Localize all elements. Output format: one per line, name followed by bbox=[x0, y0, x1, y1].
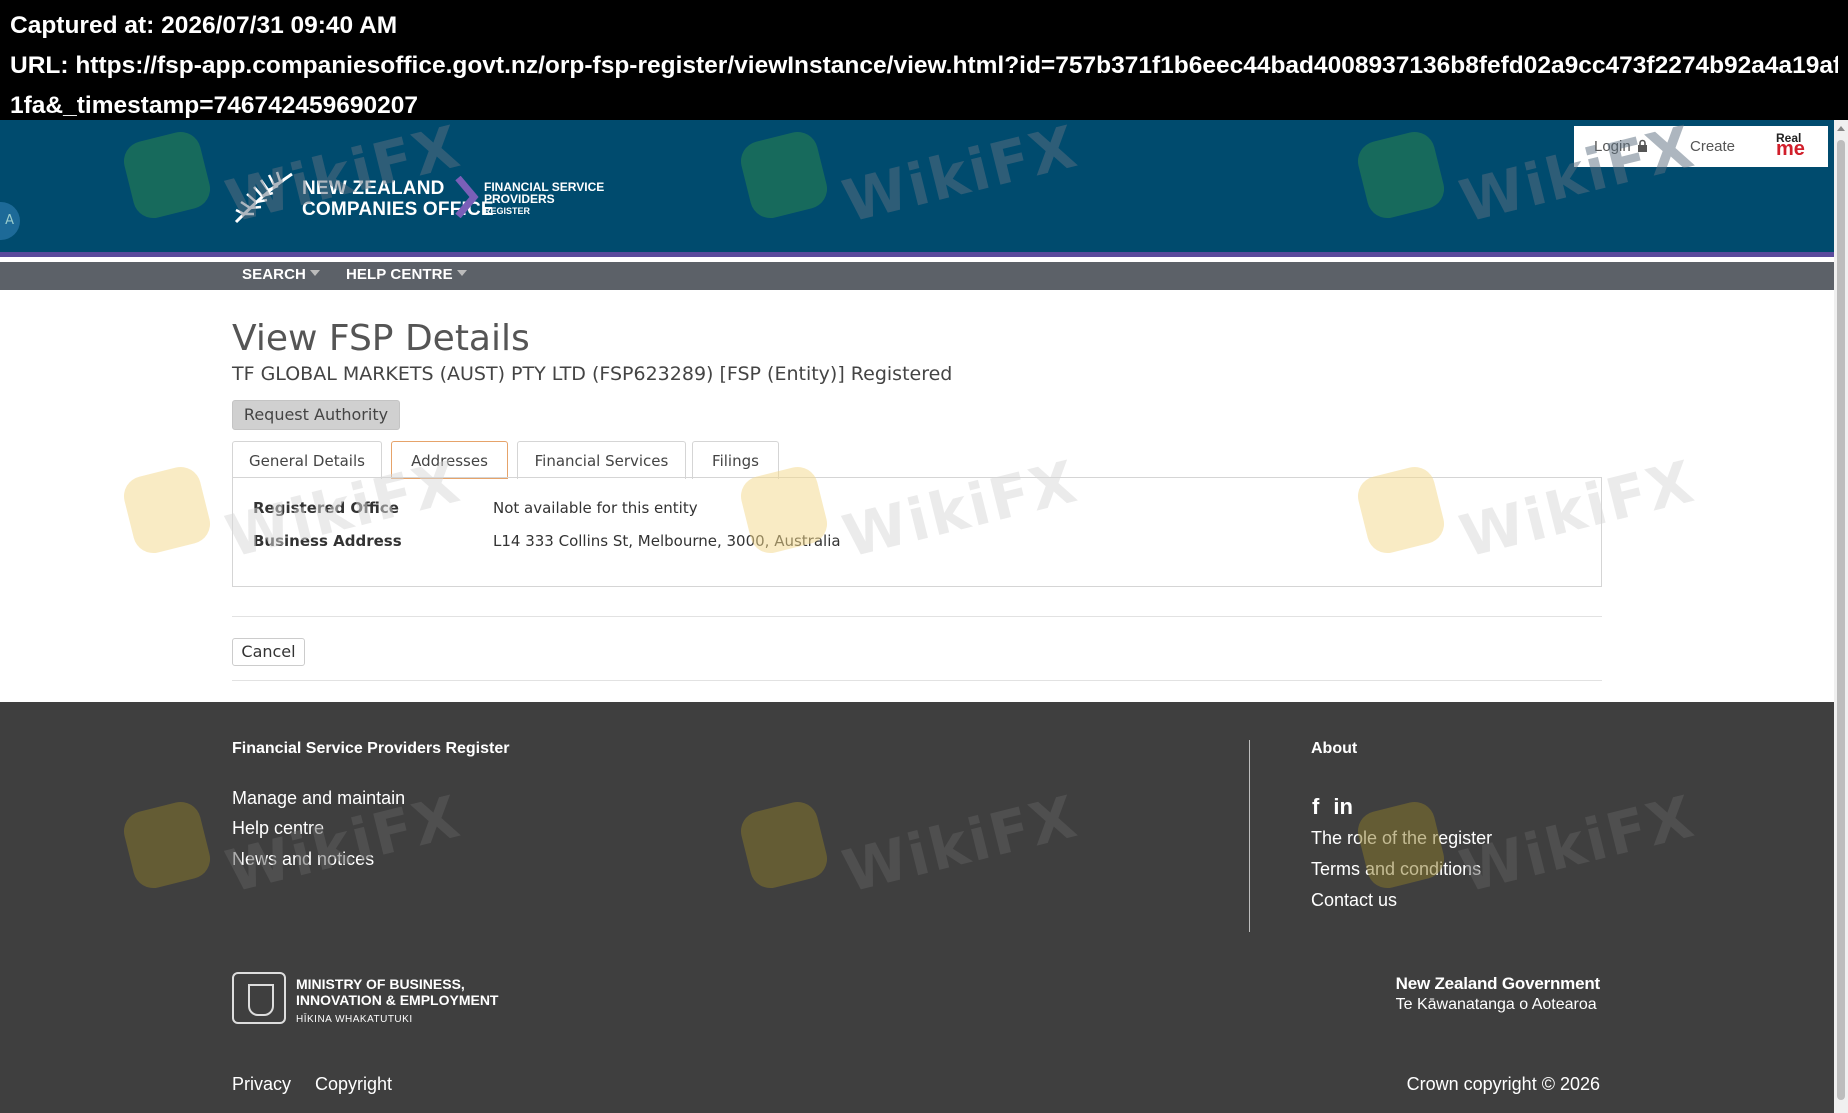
request-authority-button[interactable]: Request Authority bbox=[232, 400, 400, 430]
companies-office-logo[interactable]: NEW ZEALAND COMPANIES OFFICE FINANCIAL S… bbox=[232, 170, 632, 230]
mbie-line2: INNOVATION & EMPLOYMENT bbox=[296, 992, 499, 1008]
footer-link-terms[interactable]: Terms and conditions bbox=[1311, 859, 1481, 880]
login-link[interactable]: Login bbox=[1594, 138, 1648, 155]
mbie-maori-name: HĪKINA WHAKATUTUKI bbox=[296, 1014, 413, 1025]
realme-logo[interactable]: Real me bbox=[1774, 131, 1810, 161]
page-title: View FSP Details bbox=[232, 318, 530, 359]
mbie-name: MINISTRY OF BUSINESS, INNOVATION & EMPLO… bbox=[296, 976, 498, 1008]
nav-search-label: SEARCH bbox=[242, 266, 306, 283]
site-header: A NEW ZEALAND COMPANIES OFFICE FINANCIAL… bbox=[0, 120, 1834, 257]
vertical-scrollbar[interactable] bbox=[1834, 120, 1848, 1113]
registered-office-label: Registered Office bbox=[253, 499, 399, 517]
footer-link-help-centre[interactable]: Help centre bbox=[232, 818, 324, 839]
footer-register-heading: Financial Service Providers Register bbox=[232, 740, 510, 757]
mbie-line1: MINISTRY OF BUSINESS, bbox=[296, 976, 465, 992]
caret-down-icon bbox=[309, 270, 320, 276]
side-badge[interactable]: A bbox=[0, 202, 20, 240]
nav-help-centre[interactable]: HELP CENTRE bbox=[346, 266, 467, 283]
create-link[interactable]: Create bbox=[1690, 138, 1735, 155]
tab-general-details[interactable]: General Details bbox=[232, 441, 382, 479]
main-nav: SEARCH HELP CENTRE bbox=[0, 262, 1834, 290]
lock-icon bbox=[1637, 139, 1647, 152]
crown-copyright: Crown copyright © 2026 bbox=[1406, 1074, 1600, 1094]
facebook-icon[interactable]: f bbox=[1312, 794, 1319, 819]
footer-link-news[interactable]: News and notices bbox=[232, 849, 374, 870]
footer-link-role[interactable]: The role of the register bbox=[1311, 828, 1492, 849]
addresses-panel: Registered Office Not available for this… bbox=[232, 477, 1602, 587]
footer-link-privacy[interactable]: Privacy bbox=[232, 1074, 291, 1095]
footer-about-heading: About bbox=[1311, 740, 1358, 757]
cancel-button[interactable]: Cancel bbox=[232, 638, 305, 666]
caret-down-icon bbox=[456, 270, 467, 276]
mbie-logo[interactable]: MINISTRY OF BUSINESS, INNOVATION & EMPLO… bbox=[232, 972, 532, 1028]
footer-link-copyright[interactable]: Copyright bbox=[315, 1074, 392, 1095]
coat-of-arms-icon bbox=[232, 972, 286, 1024]
divider bbox=[232, 680, 1602, 681]
footer-link-contact[interactable]: Contact us bbox=[1311, 890, 1397, 911]
nav-search[interactable]: SEARCH bbox=[242, 266, 320, 283]
footer-divider bbox=[1249, 740, 1250, 932]
capture-banner: Captured at: 2026/07/31 09:40 AM URL: ht… bbox=[0, 0, 1848, 120]
social-links: f in bbox=[1312, 794, 1367, 820]
realme-text-bottom: me bbox=[1776, 138, 1805, 160]
tab-financial-services[interactable]: Financial Services bbox=[517, 441, 686, 479]
logo-fsp-line3: REGISTER bbox=[484, 206, 531, 216]
wikifx-emblem-icon bbox=[119, 462, 215, 558]
silver-fern-icon bbox=[234, 171, 293, 224]
scrollbar-thumb[interactable] bbox=[1837, 140, 1845, 1100]
tab-addresses[interactable]: Addresses bbox=[391, 441, 508, 479]
nzgov-line2: Te Kāwanatanga o Aotearoa bbox=[1395, 996, 1597, 1013]
capture-url: URL: https://fsp-app.companiesoffice.gov… bbox=[10, 52, 1838, 79]
nav-help-centre-label: HELP CENTRE bbox=[346, 266, 453, 283]
capture-timestamp: Captured at: 2026/07/31 09:40 AM bbox=[10, 12, 398, 39]
entity-subtitle: TF GLOBAL MARKETS (AUST) PTY LTD (FSP623… bbox=[232, 363, 953, 385]
login-label: Login bbox=[1594, 138, 1631, 155]
chevron-right-icon bbox=[455, 176, 479, 218]
site-footer: Financial Service Providers Register Man… bbox=[0, 702, 1834, 1113]
footer-link-manage[interactable]: Manage and maintain bbox=[232, 788, 405, 809]
logo-fsp-line2: PROVIDERS bbox=[484, 192, 555, 206]
divider bbox=[232, 616, 1602, 617]
business-address-value: L14 333 Collins St, Melbourne, 3000, Aus… bbox=[493, 532, 841, 550]
nzgov-line1: New Zealand Government bbox=[1395, 974, 1601, 993]
tab-filings[interactable]: Filings bbox=[692, 441, 779, 479]
account-box: Login Create Real me bbox=[1574, 126, 1828, 167]
business-address-label: Business Address bbox=[253, 532, 402, 550]
logo-fsp-text: FINANCIAL SERVICE PROVIDERS REGISTER bbox=[484, 181, 604, 217]
linkedin-icon[interactable]: in bbox=[1333, 794, 1353, 819]
nz-government-logo[interactable]: New Zealand Government Te Kāwanatanga o … bbox=[1395, 974, 1601, 1014]
registered-office-value: Not available for this entity bbox=[493, 499, 698, 517]
scroll-up-arrow-icon[interactable] bbox=[1837, 126, 1845, 131]
